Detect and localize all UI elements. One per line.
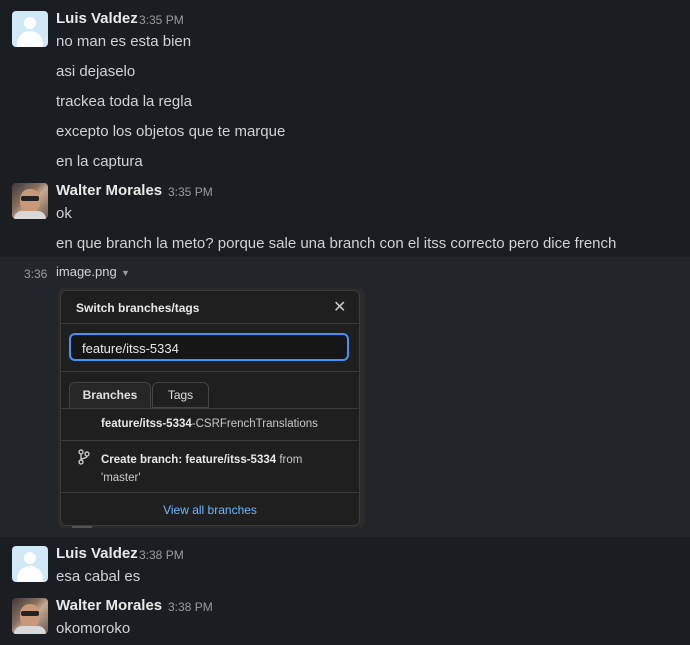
divider [61,492,359,493]
caret-down-icon[interactable]: ▼ [121,268,130,278]
branch-search-input[interactable]: feature/itss-5334 [69,333,349,361]
message-timestamp[interactable]: 3:38 PM [139,548,184,562]
branch-match-highlight: feature/itss-5334 [101,418,192,430]
search-value: feature/itss-5334 [82,341,179,356]
view-all-branches-link[interactable]: View all branches [61,503,359,517]
message-text: okomoroko [56,620,131,637]
message-text: ok [56,205,72,222]
create-branch-item[interactable]: Create branch: feature/itss-5334 from 'm… [101,451,341,487]
switch-branches-popup: Switch branches/tags ✕ feature/itss-5334… [60,290,360,526]
create-branch-from: from [276,454,303,466]
author-name[interactable]: Luis Valdez [56,545,138,562]
popup-title: Switch branches/tags [76,301,200,315]
author-name[interactable]: Luis Valdez [56,10,138,27]
avatar-luis-valdez[interactable] [12,546,48,582]
divider [61,371,359,372]
message-text: esa cabal es [56,568,141,585]
close-icon[interactable]: ✕ [333,297,346,317]
message-timestamp[interactable]: 3:35 PM [139,13,184,27]
git-branch-icon [78,449,90,468]
message-text: excepto los objetos que te marque [56,123,286,140]
avatar-luis-valdez[interactable] [12,11,48,47]
author-name[interactable]: Walter Morales [56,182,162,199]
branch-match-rest: -CSRFrenchTranslations [191,418,318,430]
tab-tags[interactable]: Tags [152,382,209,408]
message-text: en que branch la meto? porque sale una b… [56,235,617,252]
divider [61,323,359,324]
create-branch-source: 'master' [101,472,141,484]
create-branch-label: Create branch: feature/itss-5334 [101,454,277,466]
attachment-file-name[interactable]: image.png [56,264,117,279]
tab-branches[interactable]: Branches [69,382,151,408]
avatar-walter-morales[interactable] [12,183,48,219]
message-timestamp[interactable]: 3:35 PM [168,185,213,199]
message-text: asi dejaselo [56,63,136,80]
divider [61,408,359,409]
author-name[interactable]: Walter Morales [56,597,162,614]
avatar-walter-morales[interactable] [12,598,48,634]
message-text: no man es esta bien [56,33,192,50]
message-text: en la captura [56,153,143,170]
divider [61,440,359,441]
branch-result-item[interactable]: feature/itss-5334-CSRFrenchTranslations [101,418,318,430]
message-timestamp[interactable]: 3:38 PM [168,600,213,614]
hover-timestamp[interactable]: 3:36 [24,267,47,281]
message-text: trackea toda la regla [56,93,192,110]
attached-image[interactable]: Switch branches/tags ✕ feature/itss-5334… [58,288,365,528]
